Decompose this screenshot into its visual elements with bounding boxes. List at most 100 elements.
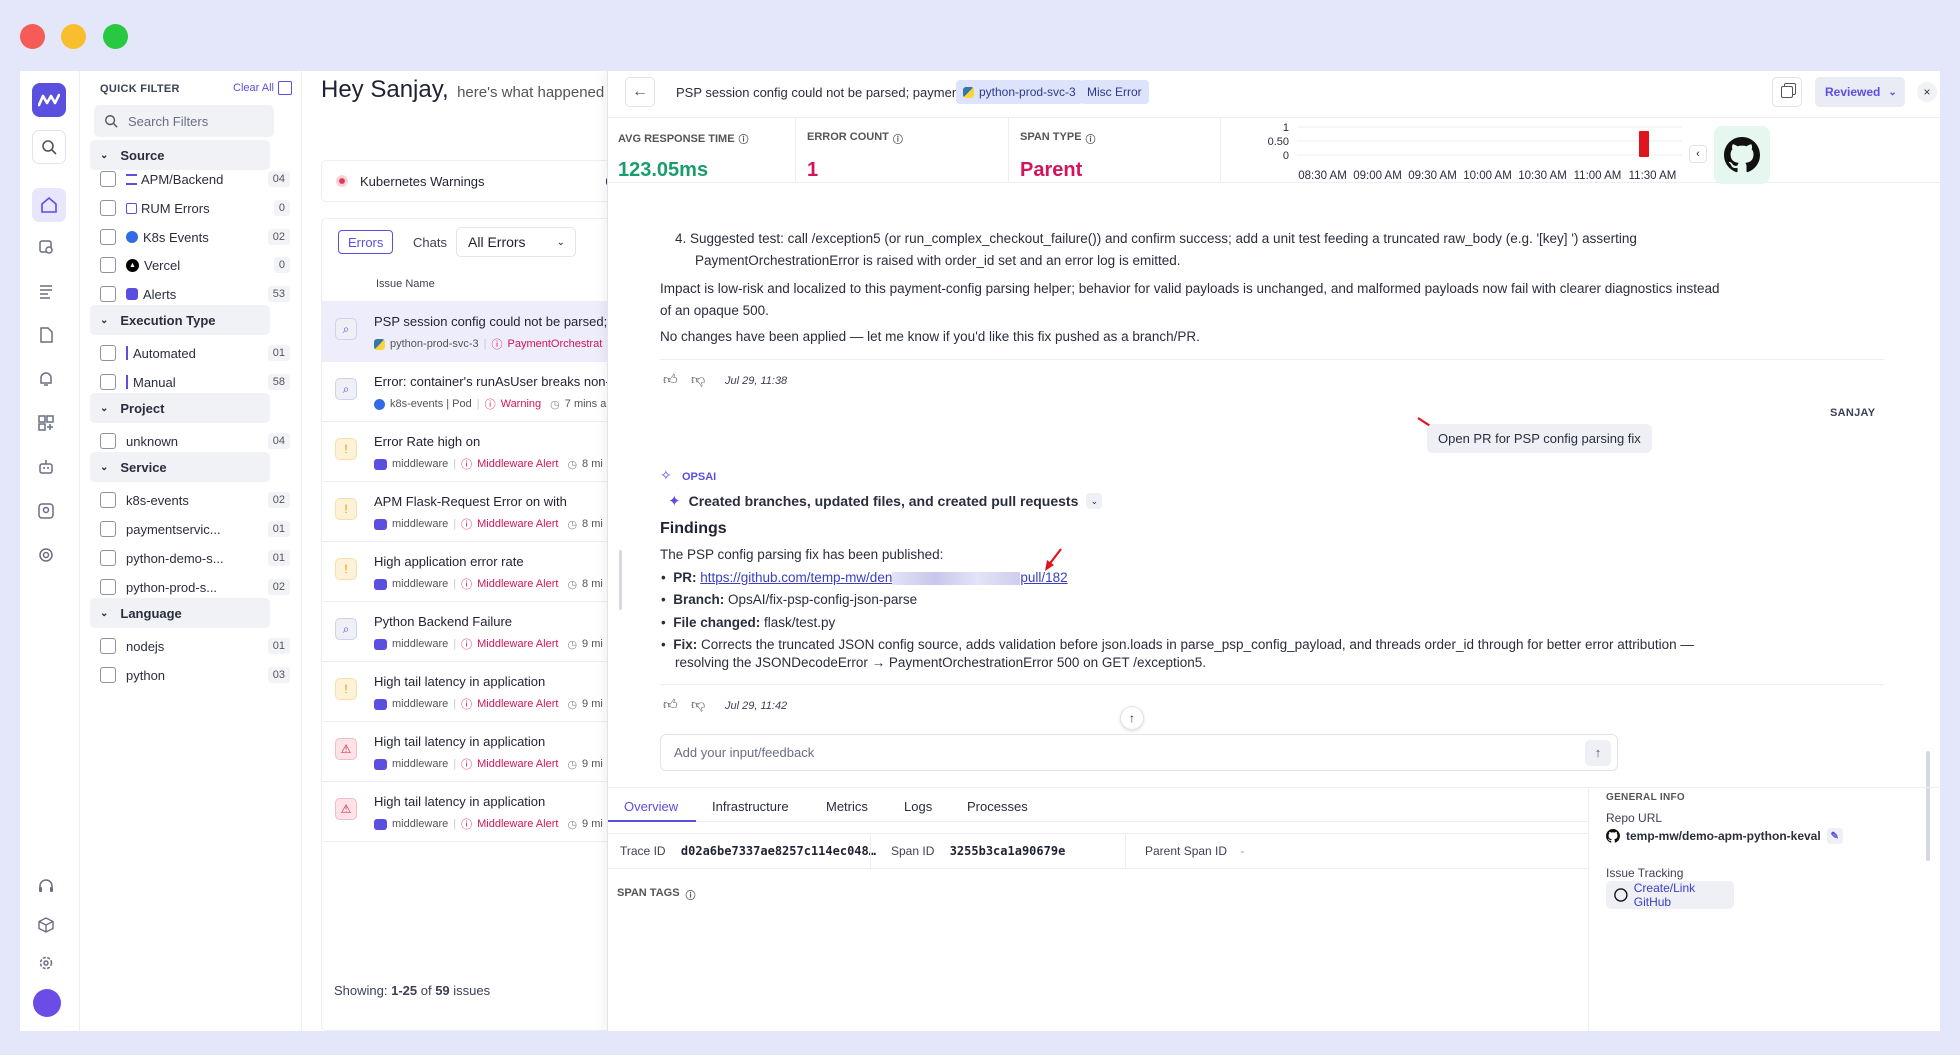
thumbs-up-icon[interactable]: 👍︎ xyxy=(663,371,678,388)
checkbox[interactable] xyxy=(100,667,116,683)
tab-chats[interactable]: Chats xyxy=(413,235,447,250)
support-headset-icon[interactable] xyxy=(31,871,61,901)
span-tags-heading: SPAN TAGS ⓘ xyxy=(617,887,696,902)
issue-row[interactable]: ⌕ PSP session config could not be parsed;… xyxy=(321,302,627,362)
showing-range: 1-25 xyxy=(391,983,418,998)
edit-icon[interactable]: ✎ xyxy=(1826,828,1843,844)
close-button[interactable]: × xyxy=(1917,82,1937,102)
infrastructure-icon[interactable] xyxy=(31,232,61,262)
github-icon[interactable] xyxy=(1714,126,1770,184)
filter-item[interactable]: APM/Backend 04 xyxy=(100,168,290,190)
all-errors-dropdown[interactable]: All Errors ⌄ xyxy=(456,227,576,257)
create-link-github-button[interactable]: Create/Link GitHub xyxy=(1606,881,1734,909)
feedback-input[interactable]: Add your input/feedback ↑ xyxy=(660,734,1618,771)
back-button[interactable]: ← xyxy=(625,77,655,107)
filter-section-2[interactable]: ⌄ Project xyxy=(90,393,270,423)
issue-row[interactable]: ! High tail latency in application middlew… xyxy=(321,662,627,722)
filter-item[interactable]: unknown 04 xyxy=(100,430,290,452)
filter-item[interactable]: k8s-events 02 xyxy=(100,489,290,511)
collapse-panel-icon[interactable] xyxy=(278,81,292,95)
issue-row[interactable]: ! High application error rate middleware | ⓘ… xyxy=(321,542,627,602)
filter-item[interactable]: RUM Errors 0 xyxy=(100,197,290,219)
search-icon[interactable] xyxy=(32,130,66,164)
scrollbar-thumb[interactable] xyxy=(1926,751,1930,861)
filter-section-1[interactable]: ⌄ Execution Type xyxy=(90,305,270,335)
filter-item[interactable]: python 03 xyxy=(100,664,290,686)
chart-bar[interactable] xyxy=(1639,131,1649,157)
filter-item[interactable]: ▲ Vercel 0 xyxy=(100,254,290,276)
dashboard-add-icon[interactable] xyxy=(31,408,61,438)
filter-item[interactable]: python-demo-s... 01 xyxy=(100,547,290,569)
checkbox[interactable] xyxy=(100,374,116,390)
kubernetes-warnings-card[interactable]: Kubernetes Warnings 02 xyxy=(321,160,627,202)
issue-row[interactable]: ⌕ Python Backend Failure middleware | ⓘ Middl… xyxy=(321,602,627,662)
filter-item[interactable]: nodejs 01 xyxy=(100,635,290,657)
issue-row[interactable]: ! Error Rate high on middleware | ⓘ Middlewar… xyxy=(321,422,627,482)
filter-item[interactable]: python-prod-s... 02 xyxy=(100,576,290,598)
clear-all-link[interactable]: Clear All xyxy=(233,82,274,94)
tab-overview[interactable]: Overview xyxy=(624,799,678,814)
user-search-icon[interactable] xyxy=(31,496,61,526)
search-filters-input[interactable]: Search Filters xyxy=(94,105,274,137)
tab-errors[interactable]: Errors xyxy=(338,230,394,254)
settings-chip-icon[interactable] xyxy=(31,540,61,570)
issue-row[interactable]: ⚠ High tail latency in application middlew… xyxy=(321,782,627,842)
thumbs-down-icon[interactable]: 👎︎ xyxy=(691,371,705,388)
middleware-logo-icon[interactable] xyxy=(32,83,66,117)
logs-icon[interactable] xyxy=(31,276,61,306)
checkbox[interactable] xyxy=(100,492,116,508)
filter-item[interactable]: Manual 58 xyxy=(100,371,290,393)
filter-item[interactable]: paymentservic... 01 xyxy=(100,518,290,540)
checkbox[interactable] xyxy=(100,521,116,537)
checkbox[interactable] xyxy=(100,345,116,361)
scroll-to-top-button[interactable]: ↑ xyxy=(1120,706,1144,730)
package-icon[interactable] xyxy=(31,910,61,940)
tab-logs[interactable]: Logs xyxy=(904,799,932,814)
filter-section-0[interactable]: ⌄ Source xyxy=(90,140,270,170)
thumbs-down-icon[interactable]: 👎︎ xyxy=(691,696,705,713)
warning-icon: ! xyxy=(335,678,357,700)
checkbox[interactable] xyxy=(100,229,116,245)
filter-section-3[interactable]: ⌄ Service xyxy=(90,452,270,482)
window-minimize-dot[interactable] xyxy=(61,24,86,49)
issue-row[interactable]: ⚠ High tail latency in application middlew… xyxy=(321,722,627,782)
checkbox[interactable] xyxy=(100,433,116,449)
checkbox[interactable] xyxy=(100,579,116,595)
service-tag[interactable]: python-prod-svc-3 xyxy=(956,80,1083,104)
checkbox[interactable] xyxy=(100,257,116,273)
send-button[interactable]: ↑ xyxy=(1585,739,1611,766)
copy-button[interactable] xyxy=(1772,77,1802,107)
filter-item[interactable]: Automated 01 xyxy=(100,342,290,364)
chart-scroll-left-button[interactable]: ‹ xyxy=(1689,145,1707,163)
checkbox[interactable] xyxy=(100,200,116,216)
window-zoom-dot[interactable] xyxy=(103,24,128,49)
issue-row[interactable]: ⌕ Error: container's runAsUser breaks non… xyxy=(321,362,627,422)
trace-id-value[interactable]: d02a6be7337ae8257c114ec048… xyxy=(681,844,876,858)
avatar[interactable] xyxy=(33,989,61,1017)
thumbs-up-icon[interactable]: 👍︎ xyxy=(663,696,678,713)
issue-row[interactable]: ! APM Flask-Request Error on with middlewa… xyxy=(321,482,627,542)
filter-item[interactable]: K8s Events 02 xyxy=(100,226,290,248)
checkbox[interactable] xyxy=(100,171,116,187)
tab-processes[interactable]: Processes xyxy=(967,799,1028,814)
action-summary[interactable]: ✦ Created branches, updated files, and c… xyxy=(668,492,1103,510)
pr-label: PR: xyxy=(673,570,697,585)
checkbox[interactable] xyxy=(100,550,116,566)
filter-item[interactable]: Alerts 53 xyxy=(100,283,290,305)
filter-section-4[interactable]: ⌄ Language xyxy=(90,598,270,628)
document-icon[interactable] xyxy=(31,320,61,350)
bot-icon[interactable] xyxy=(31,452,61,482)
alerts-icon[interactable] xyxy=(31,364,61,394)
checkbox[interactable] xyxy=(100,638,116,654)
repo-url[interactable]: temp-mw/demo-apm-python-keval ✎ xyxy=(1606,828,1843,844)
span-id-value[interactable]: 3255b3ca1a90679e xyxy=(950,844,1066,858)
checkbox[interactable] xyxy=(100,286,116,302)
pr-link[interactable]: https://github.com/temp-mw/den pull/182 xyxy=(700,570,1067,585)
tab-metrics[interactable]: Metrics xyxy=(826,799,868,814)
panel-resize-handle[interactable] xyxy=(619,550,622,610)
reviewed-dropdown[interactable]: Reviewed ⌄ xyxy=(1815,77,1905,107)
home-icon[interactable] xyxy=(32,188,66,222)
window-close-dot[interactable] xyxy=(20,24,45,49)
tab-infrastructure[interactable]: Infrastructure xyxy=(712,799,789,814)
gear-icon[interactable] xyxy=(31,948,61,978)
